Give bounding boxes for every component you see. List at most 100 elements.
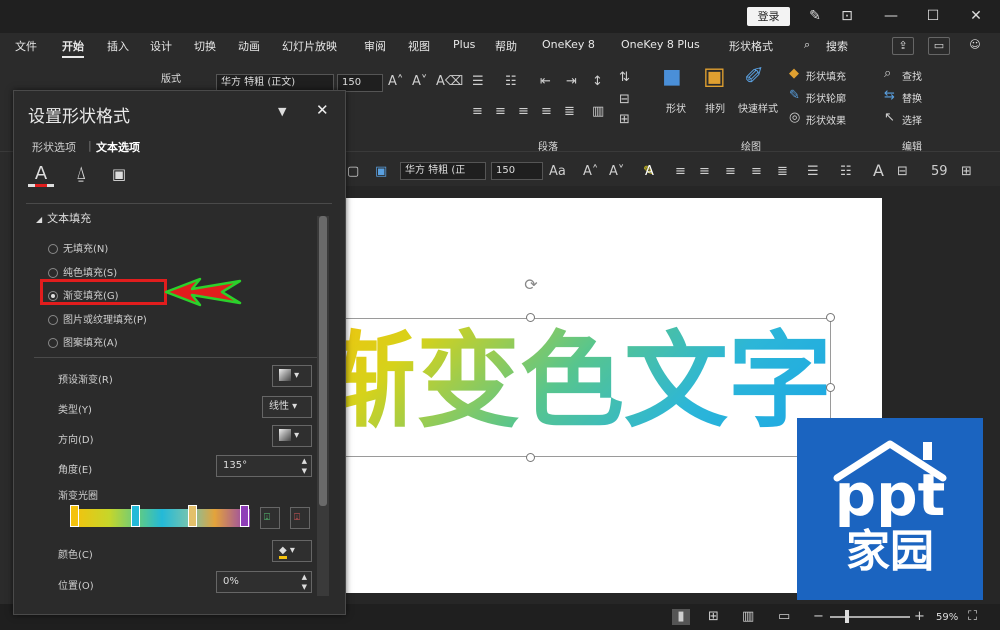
gradient-stop-3[interactable] xyxy=(188,505,197,527)
share-icon[interactable]: ⇪ xyxy=(892,37,914,55)
shape-effect-icon[interactable]: ◎ xyxy=(789,110,800,126)
zoom-slider[interactable] xyxy=(830,616,910,618)
search-icon[interactable]: ⌕ xyxy=(804,38,810,52)
mini-bullets-icon[interactable]: ☰ xyxy=(807,164,819,180)
maximize-icon[interactable]: ☐ xyxy=(922,6,944,26)
replace-icon[interactable]: ⇆ xyxy=(884,88,895,104)
shrink-font-icon[interactable]: A˅ xyxy=(412,74,427,90)
ribbon-display-icon[interactable]: ⊡ xyxy=(836,6,858,26)
radio-picture-fill[interactable]: 图片或纹理填充(P) xyxy=(48,311,147,326)
align-left-icon[interactable]: ≡ xyxy=(472,104,483,120)
angle-spinner-icon[interactable]: ▲ ▼ xyxy=(302,456,307,476)
tab-view[interactable]: 视图 xyxy=(408,38,430,54)
mini-zoom-icon[interactable]: 59 xyxy=(931,164,948,180)
layout-button[interactable]: 版式 xyxy=(161,70,181,85)
resize-handle-right[interactable] xyxy=(826,383,835,392)
indent-decrease-icon[interactable]: ⇤ xyxy=(540,74,551,90)
tab-file[interactable]: 文件 xyxy=(15,38,37,54)
remove-stop-icon[interactable]: ⍗ xyxy=(290,507,310,529)
slide-sorter-icon[interactable]: ⊞ xyxy=(708,609,719,625)
mini-align-center-icon[interactable]: ≡ xyxy=(699,164,710,180)
align-text-icon[interactable]: ⊟ xyxy=(619,92,630,108)
slideshow-view-icon[interactable]: ▭ xyxy=(778,609,790,625)
section-text-fill[interactable]: ◢ 文本填充 xyxy=(36,210,91,226)
tab-transitions[interactable]: 切换 xyxy=(194,38,216,54)
gradient-stop-2[interactable] xyxy=(131,505,140,527)
reading-view-icon[interactable]: ▥ xyxy=(742,609,754,625)
mini-align-text-icon[interactable]: ⊟ xyxy=(897,164,908,180)
quick-style-icon[interactable]: ✐ xyxy=(744,64,764,88)
tab-home[interactable]: 开始 xyxy=(62,38,84,58)
find-button[interactable]: 查找 xyxy=(902,68,922,83)
radio-solid-fill[interactable]: 纯色填充(S) xyxy=(48,264,117,279)
normal-view-icon[interactable]: ▮ xyxy=(672,609,690,625)
color-picker-button[interactable]: ◆ ▾ xyxy=(272,540,312,562)
text-direction-icon[interactable]: ⇅ xyxy=(619,70,630,86)
add-stop-icon[interactable]: ⍗ xyxy=(260,507,280,529)
tab-onekey8[interactable]: OneKey 8 xyxy=(542,38,595,51)
mini-font-color-icon[interactable]: A xyxy=(645,164,654,180)
pen-icon[interactable]: ✎ xyxy=(804,6,826,26)
mini-text-icon[interactable]: A xyxy=(873,163,884,179)
minimize-icon[interactable]: — xyxy=(880,6,902,26)
close-window-icon[interactable]: ✕ xyxy=(965,6,987,26)
zoom-level[interactable]: 59% xyxy=(936,612,958,623)
fit-slide-icon[interactable]: ⛶ xyxy=(968,609,977,625)
shape-effect-button[interactable]: 形状效果 xyxy=(806,112,846,127)
fmt-icon-2[interactable]: ▣ xyxy=(375,164,387,180)
preset-gradient-button[interactable]: ▾ xyxy=(272,365,312,387)
quick-style-button[interactable]: 快速样式 xyxy=(738,100,778,115)
text-effects-icon[interactable]: ⍙ xyxy=(68,161,94,187)
mini-justify-icon[interactable]: ≡ xyxy=(751,164,762,180)
line-spacing-icon[interactable]: ↕ xyxy=(592,74,603,90)
shape-fill-button[interactable]: 形状填充 xyxy=(806,68,846,83)
numbering-icon[interactable]: ☷ xyxy=(505,74,517,90)
radio-pattern-fill[interactable]: 图案填充(A) xyxy=(48,334,118,349)
zoom-slider-thumb[interactable] xyxy=(845,610,849,623)
tab-insert[interactable]: 插入 xyxy=(107,38,129,54)
shapes-button[interactable]: 形状 xyxy=(666,100,686,115)
smiley-icon[interactable]: ☺ xyxy=(964,37,986,55)
distributed-icon[interactable]: ≣ xyxy=(564,104,575,120)
find-icon[interactable]: ⌕ xyxy=(884,66,891,82)
tab-shape-format[interactable]: 形状格式 xyxy=(729,38,773,54)
replace-button[interactable]: 替换 xyxy=(902,90,922,105)
tab-animations[interactable]: 动画 xyxy=(238,38,260,54)
columns-icon[interactable]: ▥ xyxy=(592,104,604,120)
resize-handle-bottom[interactable] xyxy=(526,453,535,462)
type-select[interactable]: 线性 ▾ xyxy=(262,396,312,418)
tab-text-options[interactable]: 文本选项 xyxy=(96,139,140,155)
fmt-icon-1[interactable]: ▢ xyxy=(347,164,359,180)
mini-font-size[interactable]: 150 xyxy=(491,162,543,180)
mini-grow-icon[interactable]: A˄ xyxy=(583,164,598,180)
pane-scrollbar-thumb[interactable] xyxy=(319,216,327,506)
search-label[interactable]: 搜索 xyxy=(826,38,848,54)
pane-scrollbar[interactable] xyxy=(317,216,329,596)
mini-distributed-icon[interactable]: ≣ xyxy=(777,164,788,180)
position-input[interactable]: 0% ▲ ▼ xyxy=(216,571,312,593)
bullets-icon[interactable]: ☰ xyxy=(472,74,484,90)
arrange-icon[interactable]: ▣ xyxy=(703,64,726,88)
mini-align-right-icon[interactable]: ≡ xyxy=(725,164,736,180)
shape-outline-icon[interactable]: ✎ xyxy=(789,88,800,104)
login-button[interactable]: 登录 xyxy=(747,7,790,26)
tab-shape-options[interactable]: 形状选项 xyxy=(32,139,76,155)
direction-button[interactable]: ▾ xyxy=(272,425,312,447)
clear-format-icon[interactable]: A⌫ xyxy=(436,74,463,90)
tab-onekey8-plus[interactable]: OneKey 8 Plus xyxy=(621,38,700,51)
shape-outline-button[interactable]: 形状轮廓 xyxy=(806,90,846,105)
gradient-stop-4[interactable] xyxy=(240,505,249,527)
position-spinner-icon[interactable]: ▲ ▼ xyxy=(302,572,307,592)
mini-shrink-icon[interactable]: A˅ xyxy=(609,164,624,180)
shape-fill-icon[interactable]: ◆ xyxy=(789,66,799,82)
pane-close-icon[interactable]: ✕ xyxy=(316,101,329,119)
tab-help[interactable]: 帮助 xyxy=(495,38,517,54)
tab-design[interactable]: 设计 xyxy=(150,38,172,54)
align-center-icon[interactable]: ≡ xyxy=(495,104,506,120)
shapes-icon[interactable]: ◼ xyxy=(662,64,682,88)
arrange-button[interactable]: 排列 xyxy=(705,100,725,115)
gradient-stops-bar[interactable] xyxy=(74,509,250,527)
justify-icon[interactable]: ≡ xyxy=(541,104,552,120)
radio-no-fill[interactable]: 无填充(N) xyxy=(48,240,108,255)
align-right-icon[interactable]: ≡ xyxy=(518,104,529,120)
